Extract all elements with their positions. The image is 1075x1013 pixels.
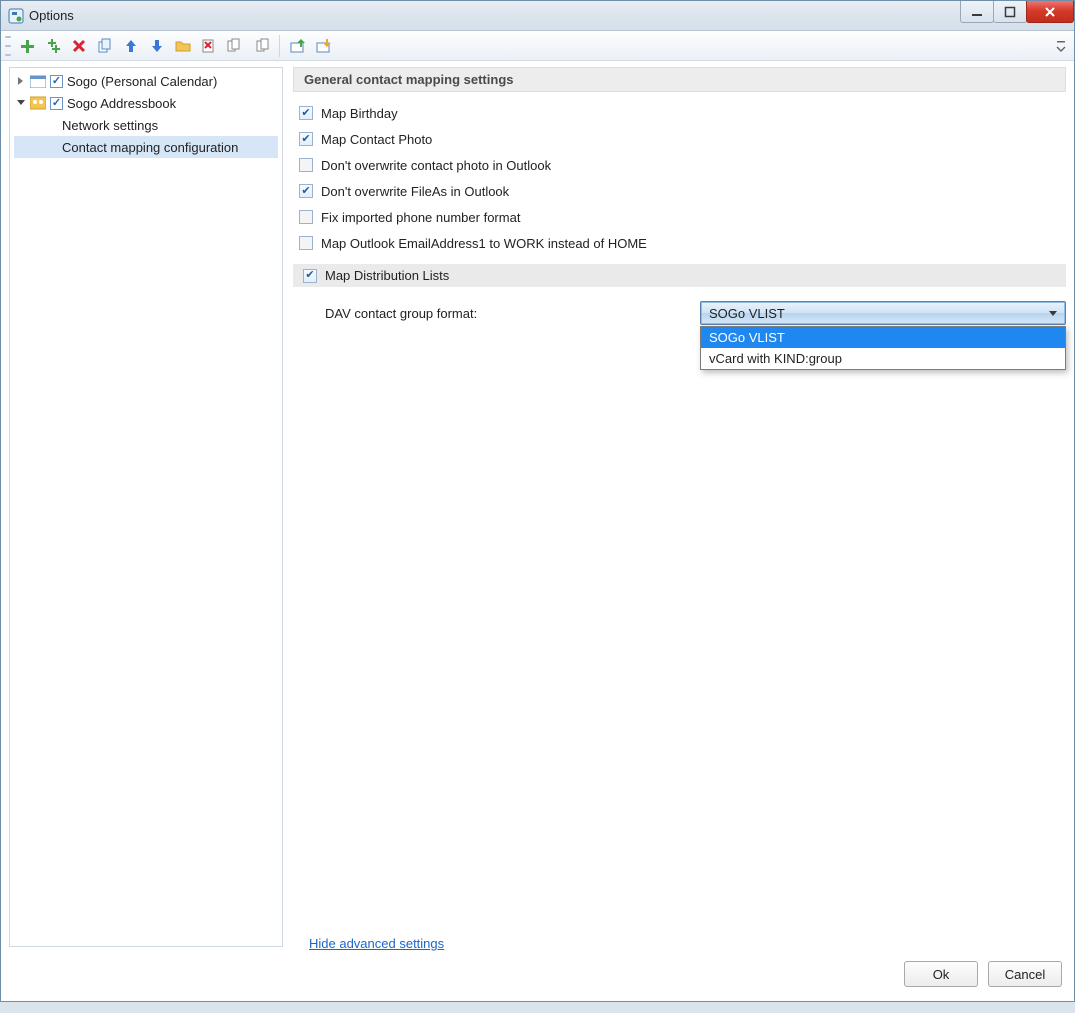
folder-button[interactable] — [171, 34, 195, 58]
maximize-button[interactable] — [993, 1, 1027, 23]
hide-advanced-link[interactable]: Hide advanced settings — [309, 936, 444, 951]
contacts-icon — [30, 96, 46, 110]
checkbox[interactable] — [299, 158, 313, 172]
tree-checkbox[interactable] — [50, 97, 63, 110]
tree-label: Network settings — [62, 118, 158, 133]
check-label: Map Birthday — [321, 106, 398, 121]
checkbox[interactable] — [299, 132, 313, 146]
clear-button[interactable] — [197, 34, 221, 58]
check-label: Fix imported phone number format — [321, 210, 520, 225]
close-button[interactable] — [1026, 1, 1074, 23]
move-down-button[interactable] — [145, 34, 169, 58]
toolbar — [1, 31, 1074, 61]
export-button[interactable] — [312, 34, 336, 58]
tree-child-mapping[interactable]: Contact mapping configuration — [14, 136, 278, 158]
tree-item-calendar[interactable]: Sogo (Personal Calendar) — [14, 70, 278, 92]
check-no-overwrite-fileas[interactable]: Don't overwrite FileAs in Outlook — [299, 178, 1060, 204]
combo-dropdown[interactable]: SOGo VLIST vCard with KIND:group — [700, 326, 1066, 370]
footer: Ok Cancel — [1, 953, 1074, 1001]
check-list: Map Birthday Map Contact Photo Don't ove… — [293, 92, 1066, 262]
format-combo[interactable]: SOGo VLIST SOGo VLIST vCard with KIND:gr… — [700, 301, 1066, 325]
format-field: DAV contact group format: SOGo VLIST SOG… — [293, 301, 1066, 325]
tree-label: Sogo (Personal Calendar) — [67, 74, 217, 89]
window-title: Options — [29, 8, 74, 23]
profile-tree[interactable]: Sogo (Personal Calendar) Sogo Addressboo… — [9, 67, 283, 947]
checkbox[interactable] — [303, 269, 317, 283]
check-map-birthday[interactable]: Map Birthday — [299, 100, 1060, 126]
tree-checkbox[interactable] — [50, 75, 63, 88]
checkbox[interactable] — [299, 106, 313, 120]
caret-down-icon — [16, 98, 26, 108]
toolbar-overflow[interactable] — [1052, 33, 1070, 59]
copy-all-button[interactable] — [223, 34, 247, 58]
check-map-photo[interactable]: Map Contact Photo — [299, 126, 1060, 152]
window-buttons — [961, 1, 1074, 23]
checkbox[interactable] — [299, 236, 313, 250]
app-icon — [7, 7, 25, 25]
format-label: DAV contact group format: — [325, 306, 477, 321]
check-email-work[interactable]: Map Outlook EmailAddress1 to WORK instea… — [299, 230, 1060, 256]
tree-label: Sogo Addressbook — [67, 96, 176, 111]
check-label: Map Distribution Lists — [325, 268, 449, 283]
tree-child-network[interactable]: Network settings — [14, 114, 278, 136]
section-header: General contact mapping settings — [293, 67, 1066, 92]
move-up-button[interactable] — [119, 34, 143, 58]
copy-button[interactable] — [93, 34, 117, 58]
check-label: Map Outlook EmailAddress1 to WORK instea… — [321, 236, 647, 251]
add-button[interactable] — [15, 34, 39, 58]
settings-pane: General contact mapping settings Map Bir… — [293, 67, 1066, 947]
import-button[interactable] — [286, 34, 310, 58]
check-no-overwrite-photo[interactable]: Don't overwrite contact photo in Outlook — [299, 152, 1060, 178]
combo-value: SOGo VLIST — [709, 306, 785, 321]
check-fix-phone[interactable]: Fix imported phone number format — [299, 204, 1060, 230]
checkbox[interactable] — [299, 184, 313, 198]
cancel-button[interactable]: Cancel — [988, 961, 1062, 987]
check-label: Don't overwrite FileAs in Outlook — [321, 184, 509, 199]
check-label: Map Contact Photo — [321, 132, 432, 147]
tree-item-addressbook[interactable]: Sogo Addressbook — [14, 92, 278, 114]
checkbox[interactable] — [299, 210, 313, 224]
titlebar: Options — [1, 1, 1074, 31]
combo-option[interactable]: SOGo VLIST — [701, 327, 1065, 348]
dist-list-header[interactable]: Map Distribution Lists — [293, 264, 1066, 287]
body: Sogo (Personal Calendar) Sogo Addressboo… — [1, 61, 1074, 953]
tree-label: Contact mapping configuration — [62, 140, 238, 155]
caret-right-icon — [16, 76, 26, 86]
add-multi-button[interactable] — [41, 34, 65, 58]
calendar-icon — [30, 74, 46, 88]
check-label: Don't overwrite contact photo in Outlook — [321, 158, 551, 173]
combo-button[interactable]: SOGo VLIST — [700, 301, 1066, 325]
paste-all-button[interactable] — [249, 34, 273, 58]
toolbar-separator — [279, 35, 280, 57]
combo-option[interactable]: vCard with KIND:group — [701, 348, 1065, 369]
options-window: Options — [0, 0, 1075, 1002]
delete-button[interactable] — [67, 34, 91, 58]
toolbar-grip — [5, 36, 11, 56]
minimize-button[interactable] — [960, 1, 994, 23]
ok-button[interactable]: Ok — [904, 961, 978, 987]
